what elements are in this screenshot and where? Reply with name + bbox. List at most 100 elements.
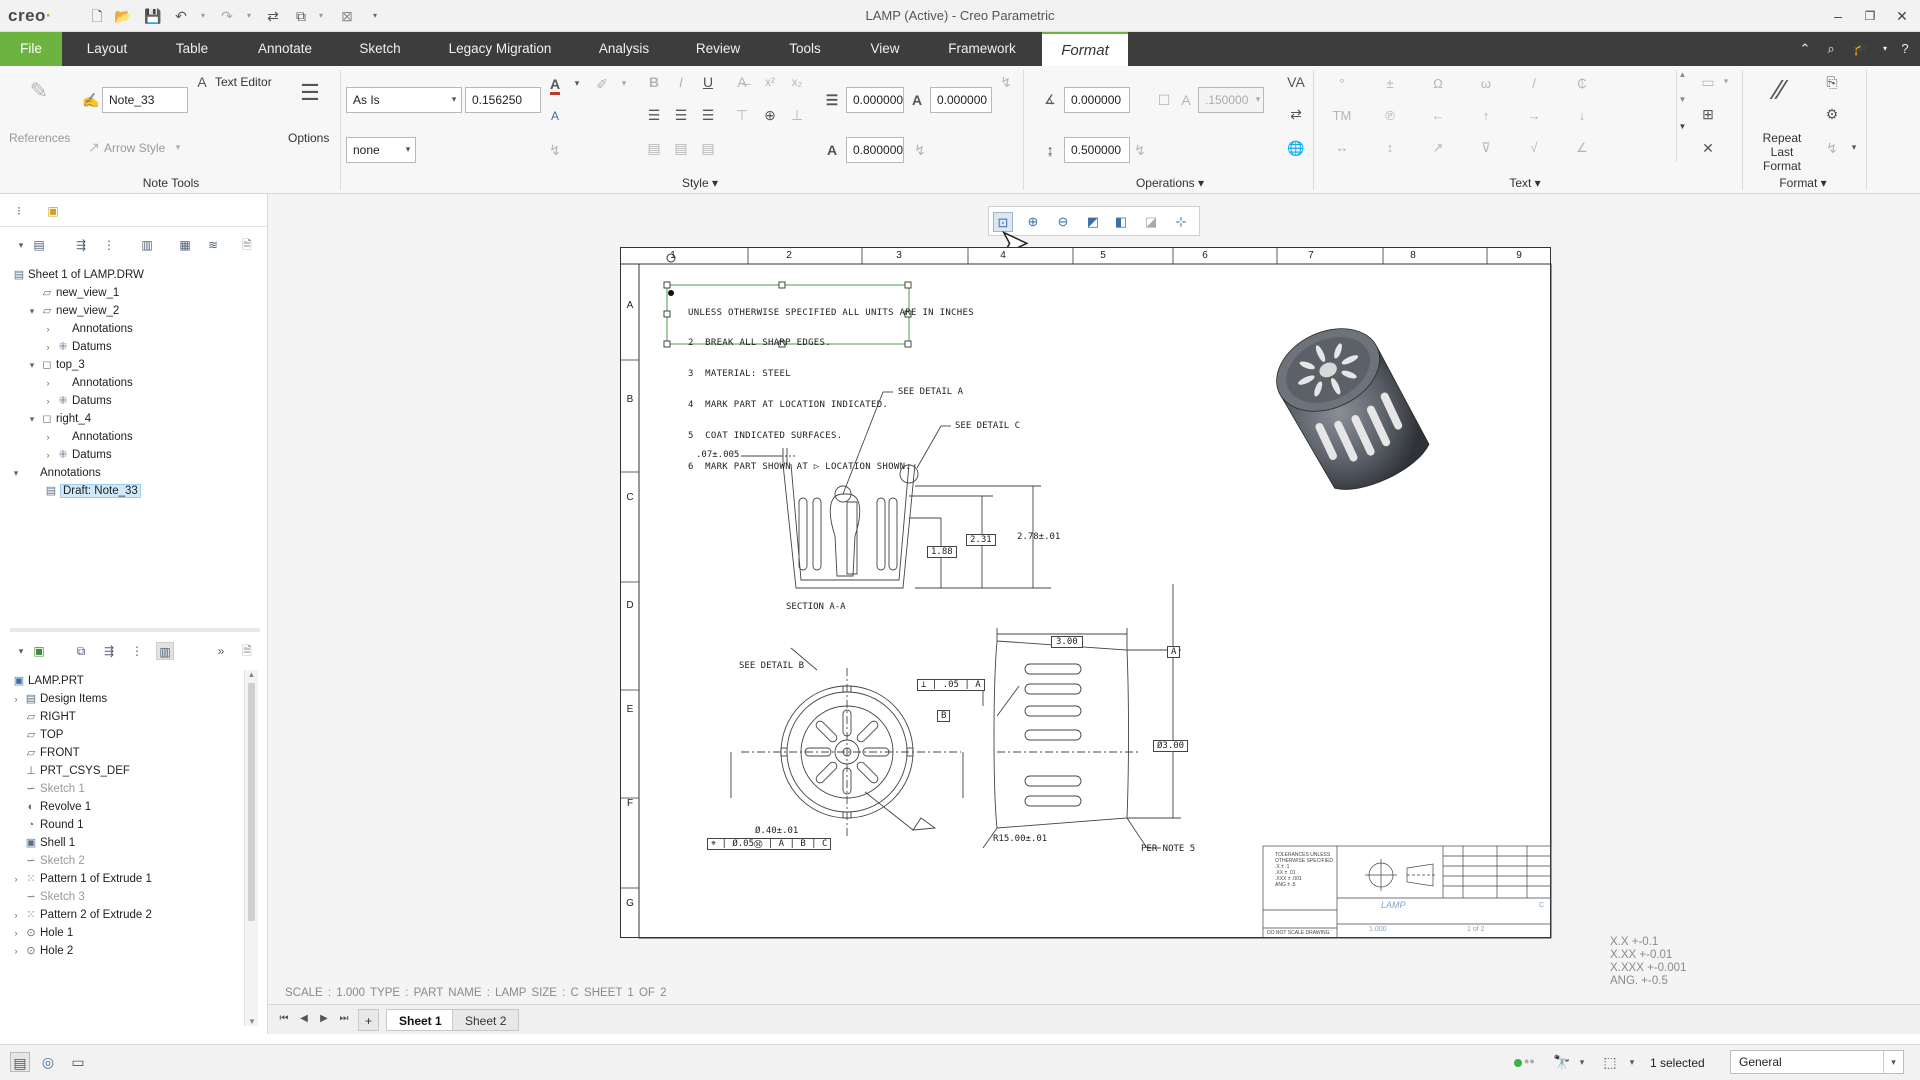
tab-view[interactable]: View [866, 32, 904, 66]
reset-ops-icon[interactable]: ↯ [1130, 140, 1150, 160]
restore-icon[interactable]: ❐ [1860, 6, 1880, 26]
repaint-icon[interactable]: ◩ [1083, 212, 1103, 232]
symbol-button[interactable]: ↗ [1428, 138, 1448, 158]
superscript-icon[interactable]: x² [760, 72, 780, 92]
selection-box-icon[interactable]: ⬚ [1600, 1052, 1620, 1072]
sheet-tab-2[interactable]: Sheet 2 [452, 1009, 520, 1031]
symbol-button[interactable]: ↓ [1572, 106, 1592, 126]
text-color-icon[interactable]: A [545, 74, 565, 95]
gtol-icon[interactable]: ⊞ [1698, 104, 1718, 124]
symbol-button[interactable]: TM [1332, 106, 1352, 126]
text-height-field[interactable]: 0.156250 [465, 87, 541, 113]
collapse-ribbon-icon[interactable]: ⌃ [1796, 40, 1814, 58]
symbol-button[interactable]: ₵ [1572, 74, 1592, 94]
subscript-icon[interactable]: x₂ [787, 72, 807, 92]
tab-layout[interactable]: Layout [82, 32, 132, 66]
operations-group-label[interactable]: Operations ▾ [1120, 176, 1220, 190]
dimension-3-00[interactable]: 3.00 [1051, 636, 1083, 648]
style-select[interactable]: As Is [346, 87, 462, 113]
expand-toggle-icon[interactable]: ▾ [26, 300, 38, 322]
style-group-label[interactable]: Style ▾ [640, 176, 760, 190]
text-style-icon[interactable]: A [545, 106, 565, 126]
panel-splitter[interactable] [10, 628, 260, 632]
help-icon[interactable]: ? [1896, 40, 1914, 58]
tab-format[interactable]: Format [1042, 32, 1128, 66]
symbol-button[interactable]: ∠ [1572, 138, 1592, 158]
style-select-dropdown-icon[interactable]: ▾ [446, 94, 462, 105]
per-note-label[interactable]: PER NOTE 5 [1141, 844, 1195, 854]
datum-b-flag[interactable]: B [937, 710, 951, 722]
see-detail-a-label[interactable]: SEE DETAIL A [898, 387, 963, 397]
kerning-icon[interactable]: VA [1286, 72, 1306, 92]
symbol-button[interactable]: ℗ [1380, 106, 1400, 126]
section-label[interactable]: SECTION A-A [786, 602, 846, 612]
browser-icon[interactable]: ◎ [38, 1052, 58, 1072]
width-factor-field[interactable]: 0.800000 [846, 137, 904, 163]
italic-icon[interactable]: I [671, 72, 691, 92]
expand-toggle-icon[interactable]: ▾ [10, 462, 22, 484]
model-expand-icon[interactable]: ⇶ [100, 642, 118, 660]
find-dropdown-icon[interactable]: ▾ [1574, 1057, 1590, 1068]
display-style-icon[interactable]: ◧ [1111, 212, 1131, 232]
dimension-hole-dia[interactable]: Ø.40±.01 [755, 826, 798, 836]
datum-a-flag[interactable]: A [1167, 646, 1181, 658]
tab-legacy-migration[interactable]: Legacy Migration [444, 32, 556, 66]
repeat-last-format-icon[interactable]: ⁄⁄ [1762, 72, 1798, 108]
format-painter-icon[interactable]: ⎘ [1822, 72, 1842, 92]
symbol-button[interactable]: ↕ [1380, 138, 1400, 158]
tree-columns-icon[interactable]: ⋮ [100, 236, 118, 254]
dimension-radius[interactable]: R15.00±.01 [993, 834, 1047, 844]
tab-sketch[interactable]: Sketch [356, 32, 404, 66]
first-sheet-icon[interactable]: ⏮ [276, 1013, 292, 1024]
symbol-button[interactable]: √ [1524, 138, 1544, 158]
repeat-last-format-button[interactable]: Repeat Last Format [1750, 131, 1814, 173]
model-tree-dropdown-icon[interactable]: ▾ [12, 642, 30, 660]
align-right-icon[interactable]: ☰ [698, 105, 718, 125]
symbol-button[interactable]: ← [1428, 106, 1448, 126]
tab-file[interactable]: File [0, 32, 62, 66]
tab-review[interactable]: Review [692, 32, 744, 66]
dimension-dia-3-00[interactable]: Ø3.00 [1153, 740, 1189, 752]
last-sheet-icon[interactable]: ⏭ [336, 1013, 352, 1024]
tree-dropdown-icon[interactable]: ▾ [12, 236, 30, 254]
highlight-color-icon[interactable]: ✐ [592, 74, 612, 94]
format-group-label[interactable]: Format ▾ [1768, 176, 1838, 190]
symbol-button[interactable]: Ω [1428, 74, 1448, 94]
slant-dropdown-icon[interactable]: ▾ [1250, 94, 1266, 105]
selection-dropdown-icon[interactable]: ▾ [1624, 1057, 1640, 1068]
char-spacing-field[interactable]: 0.000000 [930, 87, 992, 113]
show-navigator-icon[interactable]: ▤ [10, 1052, 30, 1072]
tab-tools[interactable]: Tools [784, 32, 826, 66]
dimension-2-78[interactable]: 2.78±.01 [1017, 532, 1060, 542]
next-sheet-icon[interactable]: ▶ [316, 1013, 332, 1024]
model-filter-icon[interactable]: ▥ [156, 642, 174, 660]
tree-expand-icon[interactable]: ⇶ [72, 236, 90, 254]
text-symbol-icon[interactable]: ✕ [1698, 138, 1718, 158]
text-editor-button[interactable]: Text Editor [215, 75, 272, 89]
spacing-field[interactable]: 0.500000 [1064, 137, 1130, 163]
clear-style-icon[interactable]: ↯ [545, 140, 565, 160]
model-columns-icon[interactable]: ⋮ [128, 642, 146, 660]
learning-connector-icon[interactable]: 🎓 [1852, 40, 1870, 58]
position-gtol-frame[interactable]: ⌖ | Ø.05Ⓜ | A | B | C [707, 838, 832, 850]
align-bottom-icon[interactable]: ⊥ [787, 105, 807, 125]
symbol-button[interactable]: / [1524, 74, 1544, 94]
note-name-field[interactable]: Note_33 [102, 87, 188, 113]
align-middle-icon[interactable]: ⊕ [760, 105, 780, 125]
command-search-icon[interactable]: ⌕ [1822, 40, 1840, 58]
tree-item-draft-note[interactable]: ▤ Draft: Note_33 [42, 480, 141, 502]
symbol-button[interactable]: ω [1476, 74, 1496, 94]
strikethrough-icon[interactable]: A̶ [732, 72, 752, 92]
see-detail-b-label[interactable]: SEE DETAIL B [739, 661, 804, 671]
text-direction-icon[interactable]: ⇄ [1286, 104, 1306, 124]
model-tree-tab-icon[interactable]: ⁝ [10, 202, 28, 220]
expand-toggle-icon[interactable]: › [10, 940, 22, 962]
frame-checkbox[interactable]: ☐ [1154, 90, 1174, 110]
drawing-tree-icon[interactable]: ▤ [30, 236, 48, 254]
sheet-icon[interactable]: ▦ [176, 236, 194, 254]
expand-panel-icon[interactable]: » [212, 642, 230, 660]
tab-analysis[interactable]: Analysis [596, 32, 652, 66]
line-spacing-field[interactable]: 0.000000 [846, 87, 904, 113]
model-tree-scrollbar[interactable]: ▲ ▼ [244, 670, 258, 1026]
arrow-style-button[interactable]: Arrow Style [104, 141, 165, 155]
